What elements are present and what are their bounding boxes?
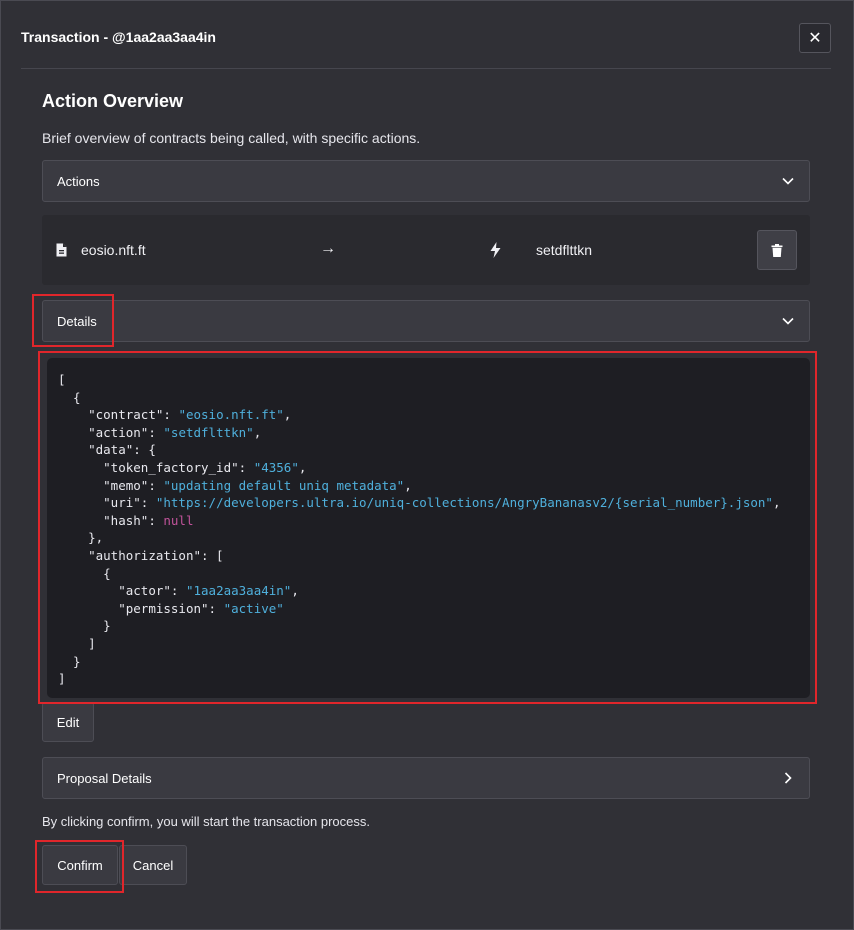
chevron-right-icon: [784, 772, 792, 784]
actions-accordion-label: Actions: [57, 173, 100, 189]
action-contract: eosio.nft.ft: [81, 242, 146, 258]
code-line: "hash": null: [103, 512, 194, 528]
arrow-right-icon: →: [320, 240, 336, 257]
code-line: },: [58, 530, 104, 546]
close-icon: ✕: [808, 30, 822, 47]
action-row: eosio.nft.ft → setdflttkn: [42, 215, 810, 285]
confirm-button[interactable]: Confirm: [42, 845, 118, 885]
file-icon: [56, 243, 67, 257]
header-divider: [21, 68, 831, 69]
proposal-details-accordion[interactable]: Proposal Details: [42, 757, 810, 799]
section-description: Brief overview of contracts being called…: [42, 130, 421, 146]
code-line: {: [58, 565, 111, 581]
code-line: "actor": "1aa2aa3aa4in",: [118, 583, 299, 599]
details-accordion-label: Details: [57, 313, 97, 329]
code-line: "action": "setdflttkn",: [88, 424, 262, 440]
section-heading: Action Overview: [42, 91, 184, 111]
lightning-icon: [490, 242, 501, 258]
code-line: "data": {: [88, 442, 156, 458]
delete-action-button[interactable]: [757, 230, 797, 270]
chevron-down-icon: [782, 317, 794, 325]
code-line: "permission": "active": [118, 600, 284, 616]
proposal-details-label: Proposal Details: [57, 770, 152, 786]
code-line: ]: [58, 635, 96, 651]
code-line: "contract": "eosio.nft.ft",: [88, 407, 292, 423]
chevron-down-icon: [782, 177, 794, 185]
cancel-button[interactable]: Cancel: [119, 845, 187, 885]
modal-title: Transaction - @1aa2aa3aa4in: [21, 29, 216, 45]
code-line: "token_factory_id": "4356",: [103, 459, 307, 475]
close-button[interactable]: ✕: [799, 23, 831, 53]
actions-accordion[interactable]: Actions: [42, 160, 810, 202]
code-line: [: [58, 372, 66, 387]
code-line: "authorization": [: [88, 547, 224, 563]
action-name: setdflttkn: [536, 242, 593, 258]
details-json-block: [ { "contract": "eosio.nft.ft", "action"…: [47, 358, 810, 698]
code-line: {: [58, 389, 81, 405]
transaction-modal: Transaction - @1aa2aa3aa4in ✕ Action Ove…: [0, 0, 854, 930]
details-accordion[interactable]: Details: [42, 300, 810, 342]
trash-icon: [771, 243, 783, 257]
edit-button[interactable]: Edit: [42, 702, 94, 742]
code-line: }: [58, 653, 81, 669]
code-line: ]: [58, 671, 66, 687]
code-line: }: [58, 618, 111, 634]
code-line: "memo": "updating default uniq metadata"…: [103, 477, 412, 493]
code-line: "uri": "https://developers.ultra.io/uniq…: [103, 495, 781, 511]
confirm-note: By clicking confirm, you will start the …: [42, 814, 371, 829]
